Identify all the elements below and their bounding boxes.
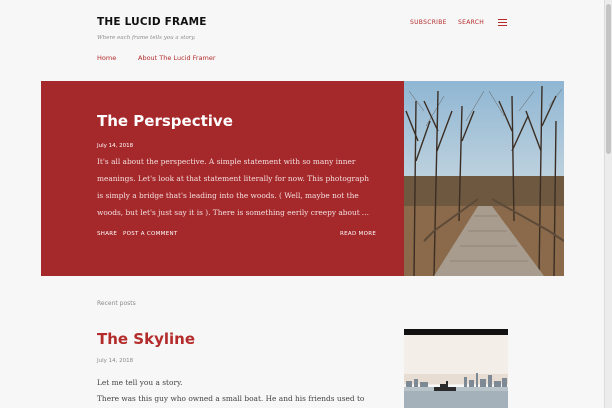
page: THE LUCID FRAME Where each frame tells y… [0, 0, 604, 408]
featured-post-title[interactable]: The Perspective [97, 112, 233, 130]
boardwalk-photo [404, 81, 564, 276]
post-snippet: Let me tell you a story. There was this … [97, 375, 397, 407]
share-button[interactable]: SHARE [97, 231, 117, 237]
scrollbar[interactable] [604, 0, 612, 408]
hamburger-menu-icon[interactable] [498, 19, 507, 27]
post-thumbnail[interactable] [404, 329, 508, 408]
blog-tagline: Where each frame tells you a story. [97, 35, 196, 41]
featured-post-date: July 14, 2018 [97, 143, 134, 149]
featured-post-snippet: It's all about the perspective. A simple… [97, 153, 375, 221]
search-button[interactable]: SEARCH [458, 19, 484, 26]
post-date: July 14, 2018 [97, 358, 134, 364]
snippet-ellipsis[interactable]: … [362, 204, 369, 221]
post-title[interactable]: The Skyline [97, 330, 195, 348]
scrollbar-thumb[interactable] [606, 4, 611, 154]
nav-link-home[interactable]: Home [97, 54, 116, 62]
post-snippet-line: There was this guy who owned a small boa… [97, 394, 365, 403]
skyline-photo [404, 329, 508, 408]
post-comment-button[interactable]: POST A COMMENT [123, 231, 178, 237]
post-snippet-line: Let me tell you a story. [97, 378, 183, 387]
read-more-button[interactable]: READ MORE [340, 231, 376, 237]
featured-snippet-text: It's all about the perspective. A simple… [97, 157, 369, 217]
nav-link-about[interactable]: About The Lucid Framer [138, 54, 216, 62]
blog-title[interactable]: THE LUCID FRAME [97, 16, 207, 28]
recent-posts-heading: Recent posts [97, 300, 136, 307]
featured-post-image[interactable] [404, 81, 564, 276]
subscribe-button[interactable]: SUBSCRIBE [410, 19, 447, 26]
